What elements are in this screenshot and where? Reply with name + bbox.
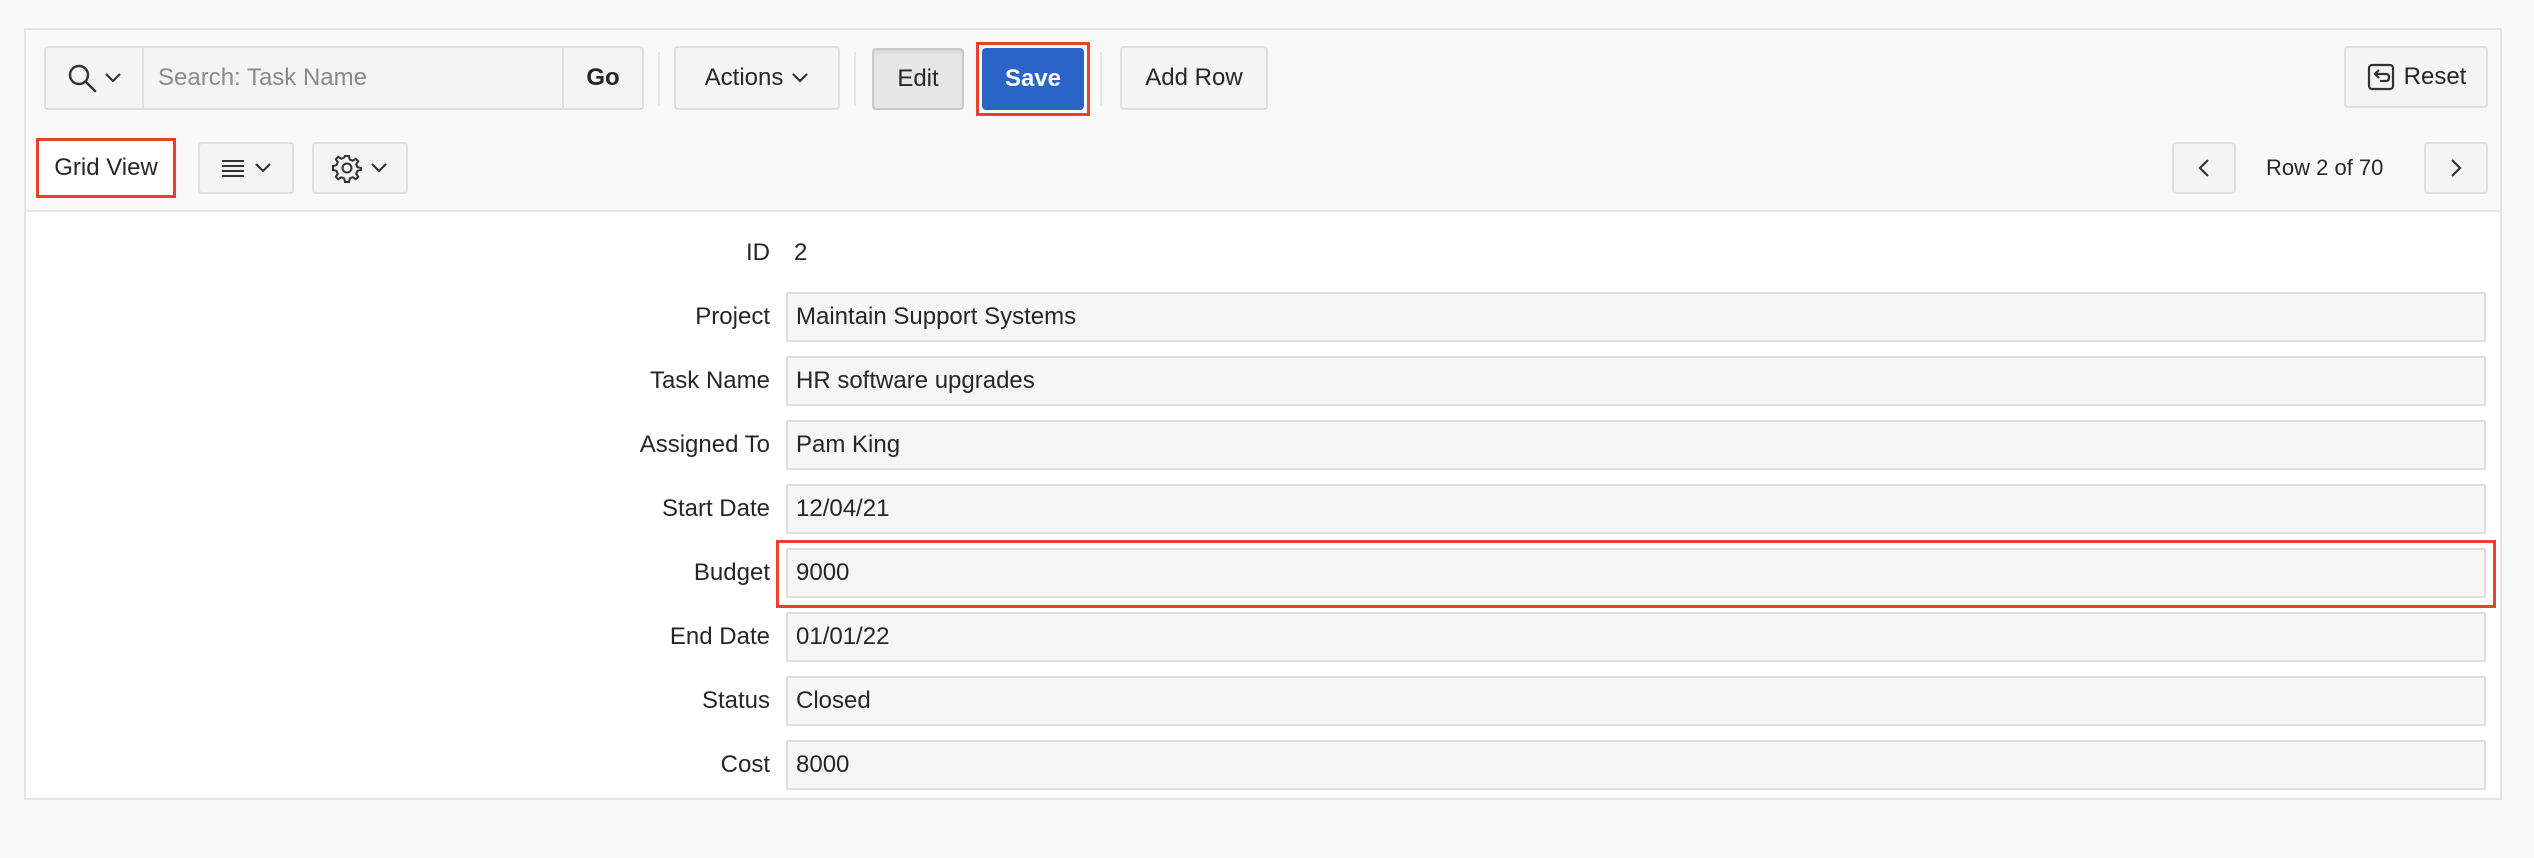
search-icon <box>68 64 97 93</box>
chevron-down-icon <box>371 163 387 173</box>
field-label: Budget <box>693 559 770 586</box>
grid-view-button[interactable]: Grid View <box>40 142 172 194</box>
field-label: Task Name <box>649 367 770 394</box>
actions-label: Actions <box>704 64 784 91</box>
chevron-down-icon <box>792 73 809 83</box>
reset-icon <box>2367 63 2394 91</box>
form-row-id: ID 2 <box>26 228 2500 278</box>
chevron-down-icon <box>105 73 121 83</box>
row-pager-text: Row 2 of 70 <box>2266 155 2384 180</box>
chevron-right-icon <box>2451 159 2462 177</box>
view-bar: Grid View Row 2 of 70 <box>26 128 2500 212</box>
form-row-status: Status <box>26 676 2500 726</box>
form-row-assigned-to: Assigned To <box>26 420 2500 470</box>
form-row-project: Project <box>26 292 2500 342</box>
form-row-budget: Budget <box>26 540 2500 608</box>
search-column-menu-button[interactable] <box>44 46 144 110</box>
cost-field[interactable] <box>786 740 2486 790</box>
field-label: Cost <box>720 751 770 778</box>
reset-label: Reset <box>2403 63 2467 90</box>
view-menu-button[interactable] <box>198 142 294 194</box>
toolbar-divider <box>658 52 660 106</box>
toolbar-divider <box>854 52 856 106</box>
form-row-end-date: End Date <box>26 612 2500 662</box>
save-button[interactable]: Save <box>982 48 1084 110</box>
settings-menu-button[interactable] <box>312 142 408 194</box>
field-label: ID <box>746 239 770 266</box>
field-label: Assigned To <box>639 431 770 458</box>
assigned-to-field[interactable] <box>786 420 2486 470</box>
status-field[interactable] <box>786 676 2486 726</box>
actions-menu-button[interactable]: Actions <box>674 46 840 110</box>
start-date-field[interactable] <box>786 484 2486 534</box>
form-row-cost: Cost <box>26 740 2500 790</box>
end-date-field[interactable] <box>786 612 2486 662</box>
list-icon <box>222 160 244 177</box>
field-label: End Date <box>669 623 770 650</box>
chevron-left-icon <box>2198 159 2209 177</box>
project-field[interactable] <box>786 292 2486 342</box>
edit-button[interactable]: Edit <box>872 48 964 110</box>
field-label: Start Date <box>661 495 770 522</box>
chevron-down-icon <box>255 163 271 173</box>
reset-button[interactable]: Reset <box>2344 46 2488 108</box>
search-bar: Go <box>44 46 644 110</box>
next-row-button[interactable] <box>2424 142 2488 194</box>
gear-icon <box>332 155 362 183</box>
toolbar: Go Actions Edit Save Add Row Reset <box>26 30 2500 130</box>
interactive-grid-region: Go Actions Edit Save Add Row Reset Grid … <box>24 28 2502 800</box>
form-row-start-date: Start Date <box>26 484 2500 534</box>
budget-field[interactable] <box>786 548 2486 598</box>
add-row-button[interactable]: Add Row <box>1120 46 1268 110</box>
field-label: Project <box>695 303 770 330</box>
field-label: Status <box>701 687 770 714</box>
form-row-task-name: Task Name <box>26 356 2500 406</box>
search-input[interactable] <box>142 46 564 110</box>
task-name-field[interactable] <box>786 356 2486 406</box>
go-button[interactable]: Go <box>562 46 644 110</box>
toolbar-divider <box>1100 52 1102 106</box>
previous-row-button[interactable] <box>2172 142 2236 194</box>
id-value: 2 <box>794 239 808 266</box>
